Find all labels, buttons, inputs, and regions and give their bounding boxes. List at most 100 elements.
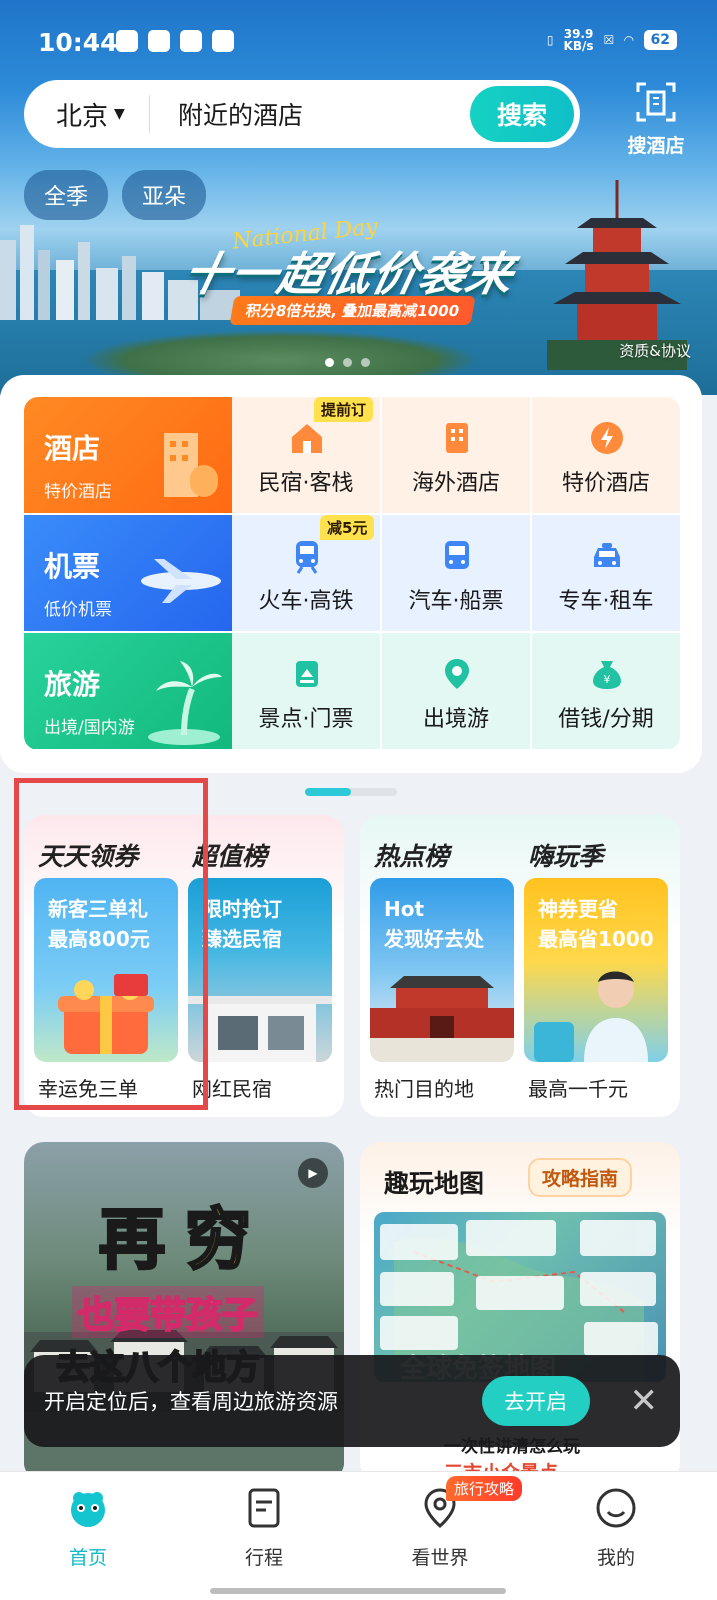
building-icon — [446, 423, 468, 453]
highlight-box — [14, 778, 208, 1110]
close-icon[interactable]: ✕ — [630, 1384, 659, 1418]
app-notification-icon — [180, 30, 202, 52]
bottom-tab-bar: 首页 行程 看世界 我的 — [0, 1472, 717, 1600]
tab-badge: 旅行攻略 — [446, 1476, 523, 1501]
search-button[interactable]: 搜索 — [470, 86, 574, 142]
tile-label: 借钱/分期 — [558, 707, 654, 732]
status-bar: 10:44 ▯ 39.9 KB/s ☒ ◠ 62 — [0, 0, 717, 80]
tab-home[interactable]: 首页 — [28, 1486, 148, 1570]
notification-icons — [116, 30, 234, 52]
discount-hotel-tile[interactable]: 特价酒店 — [532, 397, 680, 513]
palm-tree-icon — [148, 661, 222, 745]
promo-header: 热点榜 — [374, 842, 450, 871]
video-title-line1: 再穷 — [98, 1200, 271, 1280]
forbidden-city-image — [370, 976, 514, 1062]
promo-caption: 热门目的地 — [374, 1077, 474, 1101]
car-tile[interactable]: 专车·租车 — [532, 515, 680, 631]
attractions-tile[interactable]: 景点·门票 — [232, 633, 380, 749]
car-icon — [594, 543, 620, 567]
promo-thumb[interactable]: 限时抢订 臻选民宿 — [188, 878, 332, 1062]
tile-badge: 提前订 — [314, 397, 374, 422]
villa-image — [188, 996, 332, 1062]
guide-badge[interactable]: 攻略指南 — [528, 1158, 633, 1197]
banner-dot — [343, 358, 352, 367]
promo-card-right[interactable]: 热点榜 嗨玩季 Hot 发现好去处 神券更省 最高省1000 热门目的地 最高一… — [360, 815, 680, 1117]
system-indicators: ▯ 39.9 KB/s ☒ ◠ 62 — [547, 28, 677, 52]
promo-caption: 最高一千元 — [528, 1077, 628, 1101]
hotel-scan-icon — [636, 82, 676, 122]
network-speed: 39.9 KB/s — [564, 28, 594, 52]
promo-header: 嗨玩季 — [528, 842, 604, 871]
promo-thumb[interactable]: Hot 发现好去处 — [370, 878, 514, 1062]
search-input[interactable]: 附近的酒店 — [178, 96, 470, 132]
tile-label: 汽车·船票 — [408, 589, 504, 614]
loan-tile[interactable]: ¥ 借钱/分期 — [532, 633, 680, 749]
tab-profile[interactable]: 我的 — [556, 1486, 676, 1570]
qualification-link[interactable]: 资质&协议 — [619, 340, 691, 361]
location-icon — [445, 659, 469, 689]
bus-tile[interactable]: 汽车·船票 — [382, 515, 530, 631]
lightning-icon — [591, 422, 623, 454]
airplane-icon — [141, 559, 221, 603]
play-icon[interactable]: ▶ — [298, 1158, 328, 1188]
brand-chip[interactable]: 全季 — [24, 170, 109, 220]
toast-message: 开启定位后，查看周边旅游资源 — [44, 1390, 338, 1414]
wifi-icon: ◠ — [624, 33, 634, 47]
video-title-line2: 也要带孩子 — [72, 1286, 265, 1338]
brand-chips: 全季 亚朵 — [24, 170, 207, 220]
tile-label: 特价酒店 — [561, 471, 650, 496]
map-card-title: 趣玩地图 — [384, 1169, 485, 1198]
travel-tile[interactable]: 旅游 出境/国内游 — [24, 633, 232, 749]
location-toast: 开启定位后，查看周边旅游资源 去开启 ✕ — [24, 1355, 680, 1447]
tile-label: 民宿·客栈 — [258, 471, 354, 496]
banner-dot — [325, 358, 334, 367]
services-pager — [305, 788, 397, 796]
hotel-search-label: 搜酒店 — [627, 135, 685, 157]
tile-label: 火车·高铁 — [258, 589, 354, 614]
tab-label: 首页 — [68, 1547, 107, 1569]
city-selector[interactable]: 北京 ▼ — [24, 96, 149, 133]
banner-pagination — [325, 358, 370, 367]
banner-title: 十一超低价袭来 — [178, 247, 520, 301]
promo-thumb-text: 神券更省 最高省1000 — [538, 897, 654, 951]
tiktok-icon — [148, 30, 170, 52]
overseas-hotel-tile[interactable]: 海外酒店 — [382, 397, 530, 513]
status-time: 10:44 — [38, 28, 118, 57]
profile-icon — [596, 1488, 636, 1528]
hotel-tile[interactable]: 酒店 特价酒店 — [24, 397, 232, 513]
flight-tile[interactable]: 机票 低价机票 — [24, 515, 232, 631]
promo-thumb-text: 限时抢订 臻选民宿 — [202, 897, 282, 951]
search-bar[interactable]: 北京 ▼ 附近的酒店 搜索 — [24, 80, 580, 148]
home-icon — [71, 1492, 105, 1527]
tab-label: 行程 — [244, 1547, 283, 1569]
city-name: 北京 — [56, 101, 109, 132]
tile-label: 专车·租车 — [558, 589, 654, 614]
banner-subtitle: 积分8倍兑换, 叠加最高减1000 — [229, 296, 476, 325]
celebrity-image — [534, 971, 648, 1062]
banner-dot — [361, 358, 370, 367]
mail-icon — [212, 30, 234, 52]
divider — [149, 95, 150, 133]
train-icon — [296, 541, 318, 574]
tile-label: 出境游 — [422, 707, 489, 732]
pager-indicator — [305, 788, 351, 796]
caret-down-icon: ▼ — [114, 106, 125, 122]
hotel-search-button[interactable]: 搜酒店 — [608, 80, 704, 158]
tile-badge: 减5元 — [320, 515, 375, 540]
tab-label: 看世界 — [411, 1547, 469, 1569]
battery-icon: 62 — [643, 30, 677, 50]
ticket-icon — [296, 661, 318, 687]
brand-chip[interactable]: 亚朵 — [122, 170, 207, 220]
tile-label: 海外酒店 — [411, 471, 500, 496]
services-grid: 酒店 特价酒店 民宿·客栈 提前订 海外酒店 特价酒店 机票 低价机票 火车·高… — [24, 397, 680, 750]
outbound-tour-tile[interactable]: 出境游 — [382, 633, 530, 749]
hotel-building-icon — [164, 433, 218, 497]
tab-itinerary[interactable]: 行程 — [204, 1486, 324, 1570]
promo-thumb[interactable]: 神券更省 最高省1000 — [524, 878, 668, 1062]
enable-location-button[interactable]: 去开启 — [481, 1376, 590, 1426]
vibrate-icon: ▯ — [546, 33, 554, 47]
tile-label: 景点·门票 — [258, 707, 354, 732]
net-speed-unit: KB/s — [563, 39, 594, 53]
home-indicator[interactable] — [210, 1588, 506, 1594]
bus-icon — [445, 541, 469, 569]
